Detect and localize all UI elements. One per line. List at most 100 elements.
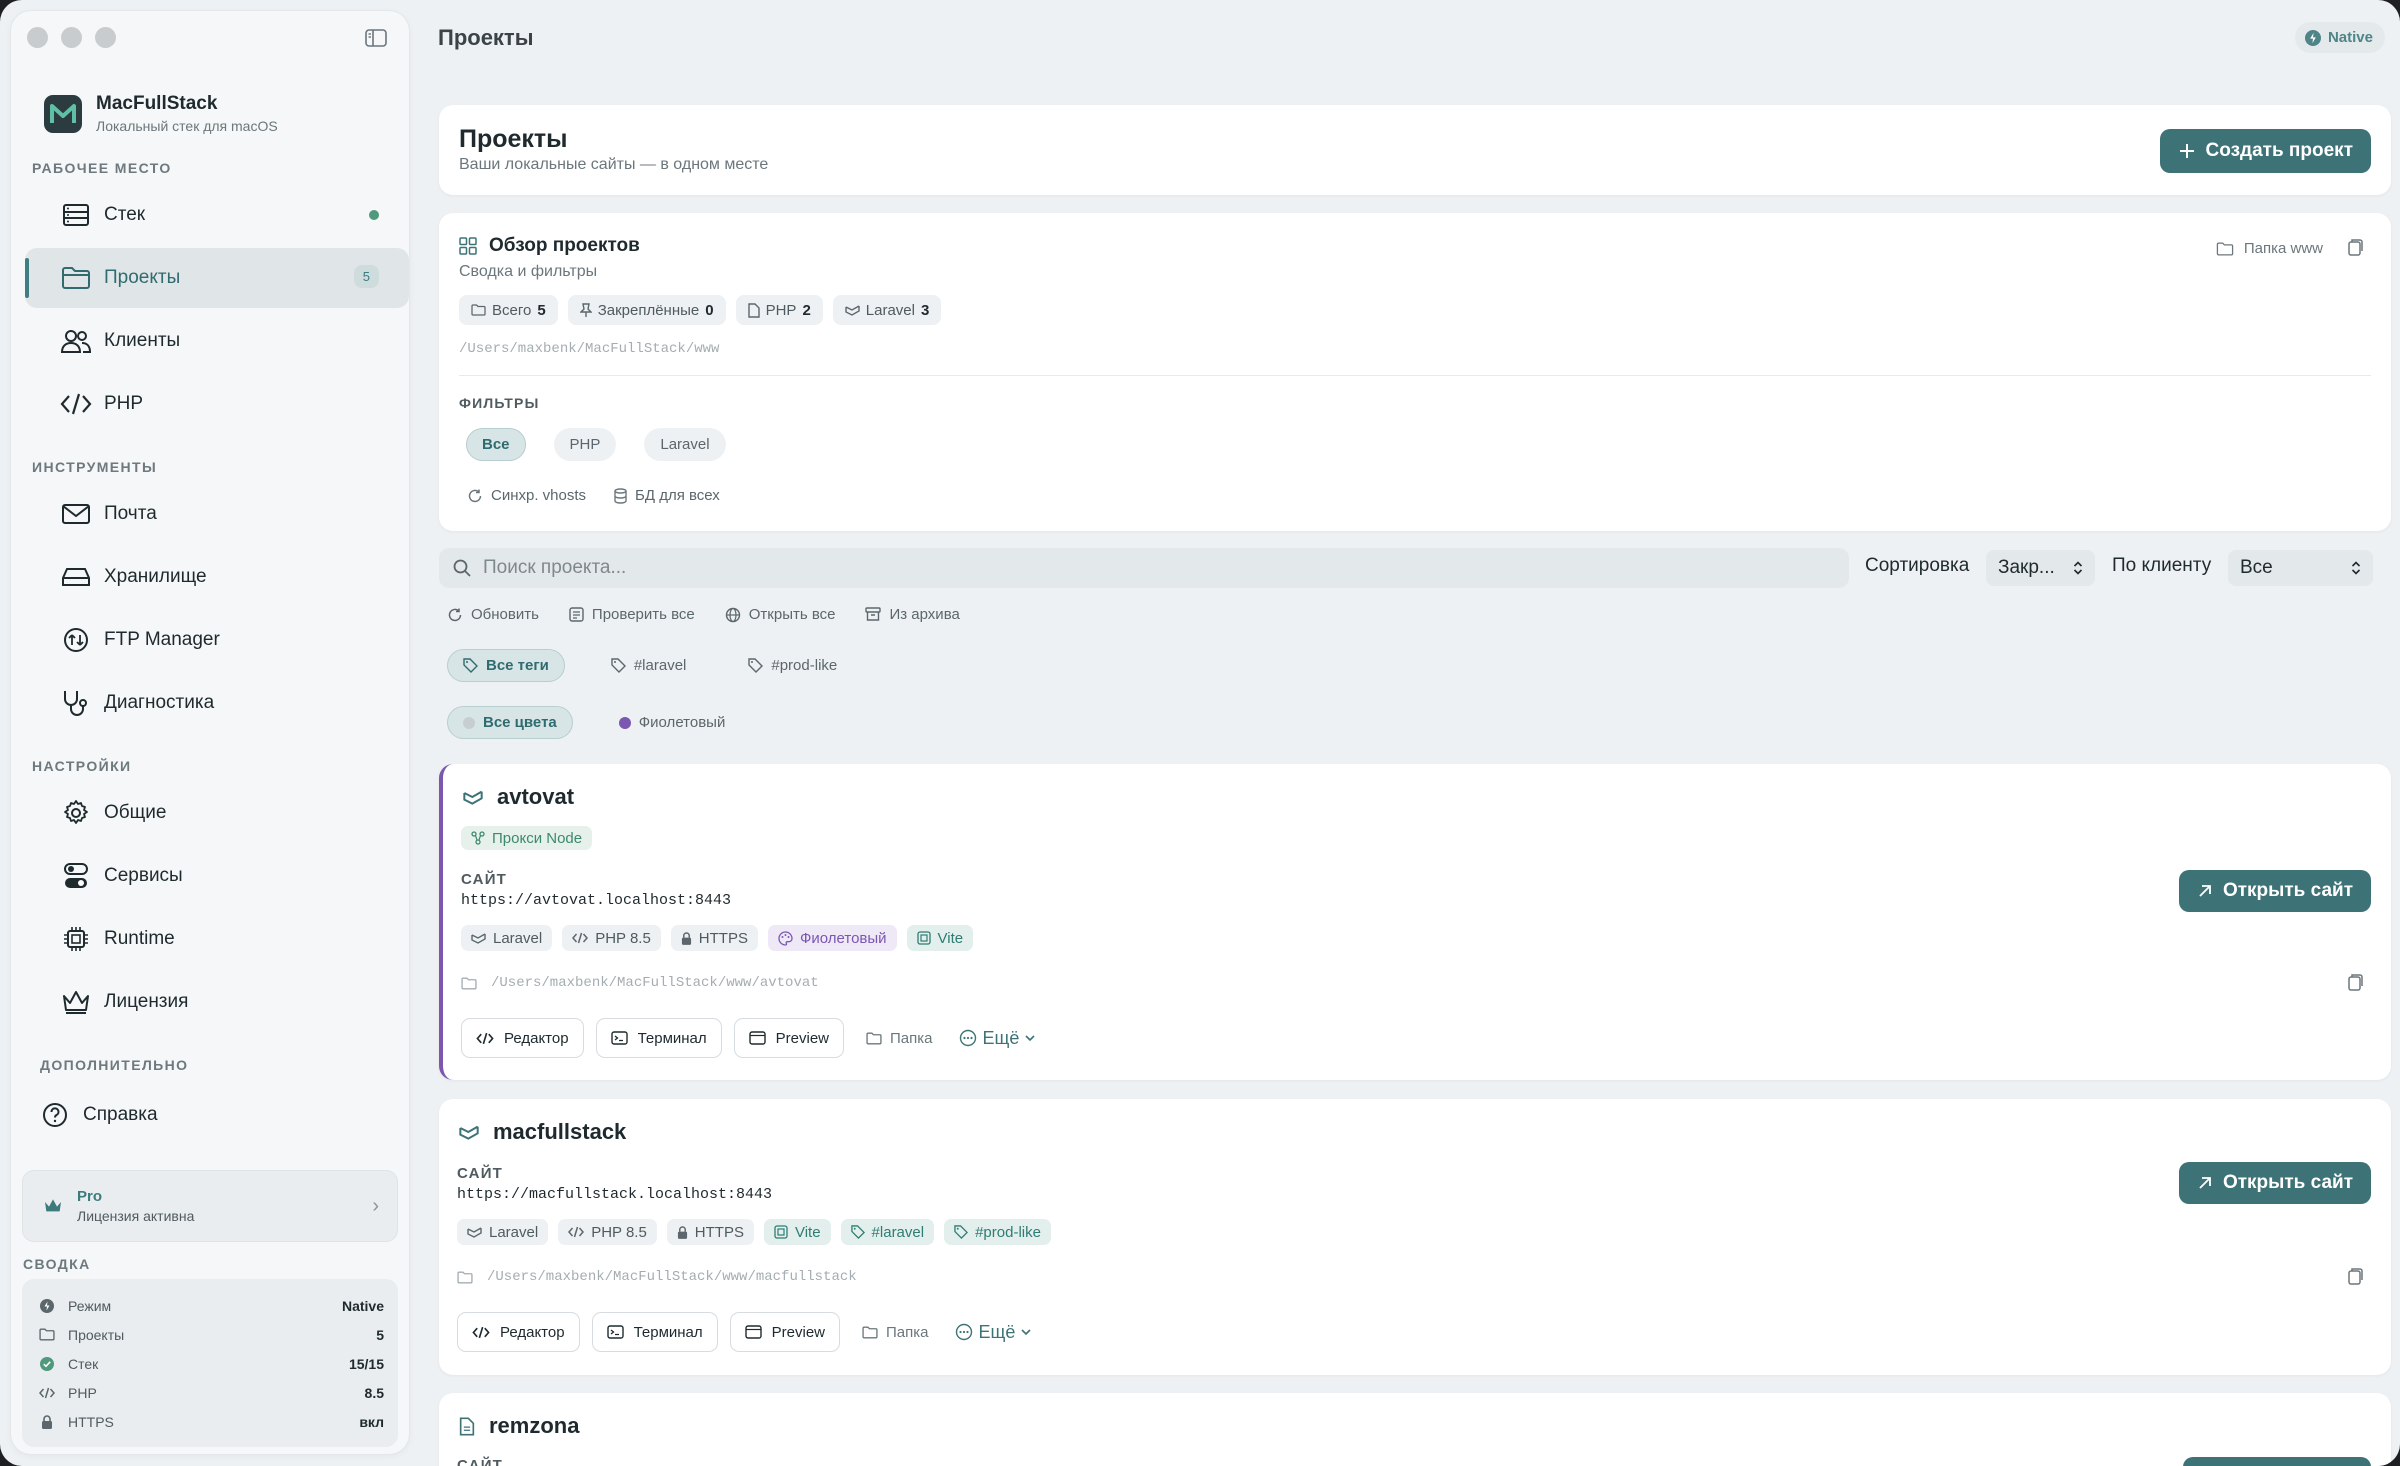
filter-all[interactable]: Все xyxy=(466,428,526,461)
sidebar-item-label: Runtime xyxy=(104,928,175,949)
code-icon xyxy=(36,1387,58,1399)
create-project-button[interactable]: Создать проект xyxy=(2159,129,2371,173)
site-label: САЙТ xyxy=(457,1457,504,1466)
from-archive-button[interactable]: Из архива xyxy=(865,606,960,623)
project-tags: Laravel PHP 8.5 HTTPS Vite #laravel #pro… xyxy=(457,1219,1061,1245)
sidebar-toggle-icon[interactable] xyxy=(365,29,387,47)
close-window-button[interactable] xyxy=(27,27,48,48)
ftp-icon xyxy=(60,624,92,656)
sidebar-item-license[interactable]: Лицензия xyxy=(25,972,409,1032)
terminal-button[interactable]: Терминал xyxy=(595,1018,722,1058)
tag-icon xyxy=(850,1225,865,1239)
open-site-button[interactable] xyxy=(2183,1457,2371,1466)
tag-filter-all[interactable]: Все теги xyxy=(447,649,565,682)
summary-row-stack: Стек 15/15 xyxy=(36,1349,384,1378)
preview-button[interactable]: Preview xyxy=(729,1312,841,1352)
terminal-button[interactable]: Терминал xyxy=(591,1312,718,1352)
project-path-row: /Users/maxbenk/MacFullStack/www/avtovat xyxy=(461,975,819,991)
search-input[interactable] xyxy=(483,557,1783,579)
plus-icon xyxy=(2178,142,2196,160)
sidebar-item-label: Диагностика xyxy=(104,692,215,713)
sidebar-item-stack[interactable]: Стек xyxy=(25,185,409,245)
project-name[interactable]: remzona xyxy=(489,1413,579,1439)
window-title: Проекты xyxy=(438,25,534,50)
sidebar-item-label: Общие xyxy=(104,802,167,823)
copy-icon[interactable] xyxy=(2347,238,2363,256)
sidebar-item-help[interactable]: Справка xyxy=(25,1085,409,1145)
refresh-button[interactable]: Обновить xyxy=(447,606,539,623)
more-menu-button[interactable]: Ещё xyxy=(959,1028,1036,1049)
db-for-all-button[interactable]: БД для всех xyxy=(614,487,720,504)
sidebar-item-services[interactable]: Сервисы xyxy=(25,846,409,906)
site-label: САЙТ xyxy=(461,871,508,888)
open-all-button[interactable]: Открыть все xyxy=(725,606,835,623)
file-icon xyxy=(459,1416,475,1436)
tag-filter-laravel[interactable]: #laravel xyxy=(594,649,703,682)
main-content: Проекты Native Проекты Ваши локальные са… xyxy=(420,0,2400,1466)
zoom-window-button[interactable] xyxy=(95,27,116,48)
editor-button[interactable]: Редактор xyxy=(461,1018,584,1058)
brand: MacFullStack Локальный стек для macOS xyxy=(44,93,278,134)
sidebar-item-clients[interactable]: Клиенты xyxy=(25,311,409,371)
page-subtitle: Ваши локальные сайты — в одном месте xyxy=(459,156,769,173)
site-url[interactable]: https://macfullstack.localhost:8443 xyxy=(457,1186,772,1203)
www-folder-link[interactable]: Папка www xyxy=(2216,240,2323,257)
filter-laravel[interactable]: Laravel xyxy=(644,428,726,461)
terminal-icon xyxy=(606,1325,624,1339)
window-icon xyxy=(748,1031,766,1045)
sidebar-item-php[interactable]: PHP xyxy=(25,374,409,434)
divider xyxy=(459,375,2371,376)
editor-button[interactable]: Редактор xyxy=(457,1312,580,1352)
stat-total: Всего 5 xyxy=(459,295,558,325)
project-tags: Laravel PHP 8.5 HTTPS Фиолетовый Vite xyxy=(461,925,983,951)
filter-pills: Все PHP Laravel xyxy=(466,428,726,461)
palette-icon xyxy=(778,930,793,946)
leaf-icon xyxy=(463,789,483,805)
updown-chevron-icon xyxy=(2351,560,2361,576)
copy-icon[interactable] xyxy=(2347,973,2363,991)
sidebar-item-mail[interactable]: Почта xyxy=(25,484,409,544)
search-icon xyxy=(453,559,471,577)
site-url[interactable]: https://avtovat.localhost:8443 xyxy=(461,892,731,909)
updown-chevron-icon xyxy=(2073,560,2083,576)
sidebar-item-general[interactable]: Общие xyxy=(25,783,409,843)
color-filter-purple[interactable]: Фиолетовый xyxy=(602,706,742,739)
project-card: avtovat Прокси Node САЙТ https://avtovat… xyxy=(439,764,2391,1080)
minimize-window-button[interactable] xyxy=(61,27,82,48)
tag-filter-prod-like[interactable]: #prod-like xyxy=(732,649,854,682)
chevron-down-icon xyxy=(1025,1034,1035,1042)
folder-button[interactable]: Папка xyxy=(862,1324,929,1341)
sync-vhosts-button[interactable]: Синхр. vhosts xyxy=(467,487,586,504)
project-path-row: /Users/maxbenk/MacFullStack/www/macfulls… xyxy=(457,1269,857,1285)
box-icon xyxy=(916,931,931,945)
tag-framework: Laravel xyxy=(461,925,553,951)
project-name[interactable]: avtovat xyxy=(497,784,574,810)
open-site-button[interactable]: Открыть сайт xyxy=(2178,1162,2371,1204)
code-icon xyxy=(568,1226,585,1238)
sidebar: MacFullStack Локальный стек для macOS РА… xyxy=(11,11,409,1454)
sidebar-item-label: Сервисы xyxy=(104,865,183,886)
tag-https: HTTPS xyxy=(666,1219,754,1245)
refresh-icon xyxy=(447,607,463,623)
sidebar-item-runtime[interactable]: Runtime xyxy=(25,909,409,969)
sidebar-item-ftp[interactable]: FTP Manager xyxy=(25,610,409,670)
tag-icon xyxy=(954,1225,969,1239)
overview-actions: Синхр. vhosts БД для всех xyxy=(467,487,720,504)
more-menu-button[interactable]: Ещё xyxy=(955,1322,1032,1343)
copy-icon[interactable] xyxy=(2347,1267,2363,1285)
arrow-up-right-icon xyxy=(2197,883,2213,899)
project-name[interactable]: macfullstack xyxy=(493,1119,626,1145)
sidebar-item-storage[interactable]: Хранилище xyxy=(25,547,409,607)
sort-select[interactable]: Закр... xyxy=(1986,550,2095,586)
sidebar-item-label: Стек xyxy=(104,204,146,225)
sidebar-item-diagnostics[interactable]: Диагностика xyxy=(25,673,409,733)
client-filter-select[interactable]: Все xyxy=(2228,550,2373,586)
preview-button[interactable]: Preview xyxy=(733,1018,845,1058)
check-all-button[interactable]: Проверить все xyxy=(569,606,695,623)
color-filter-all[interactable]: Все цвета xyxy=(447,706,573,739)
folder-button[interactable]: Папка xyxy=(866,1030,933,1047)
open-site-button[interactable]: Открыть сайт xyxy=(2178,870,2371,912)
license-card[interactable]: Pro Лицензия активна › xyxy=(22,1170,398,1242)
filter-php[interactable]: PHP xyxy=(553,428,617,461)
sidebar-item-projects[interactable]: Проекты 5 xyxy=(25,248,409,308)
